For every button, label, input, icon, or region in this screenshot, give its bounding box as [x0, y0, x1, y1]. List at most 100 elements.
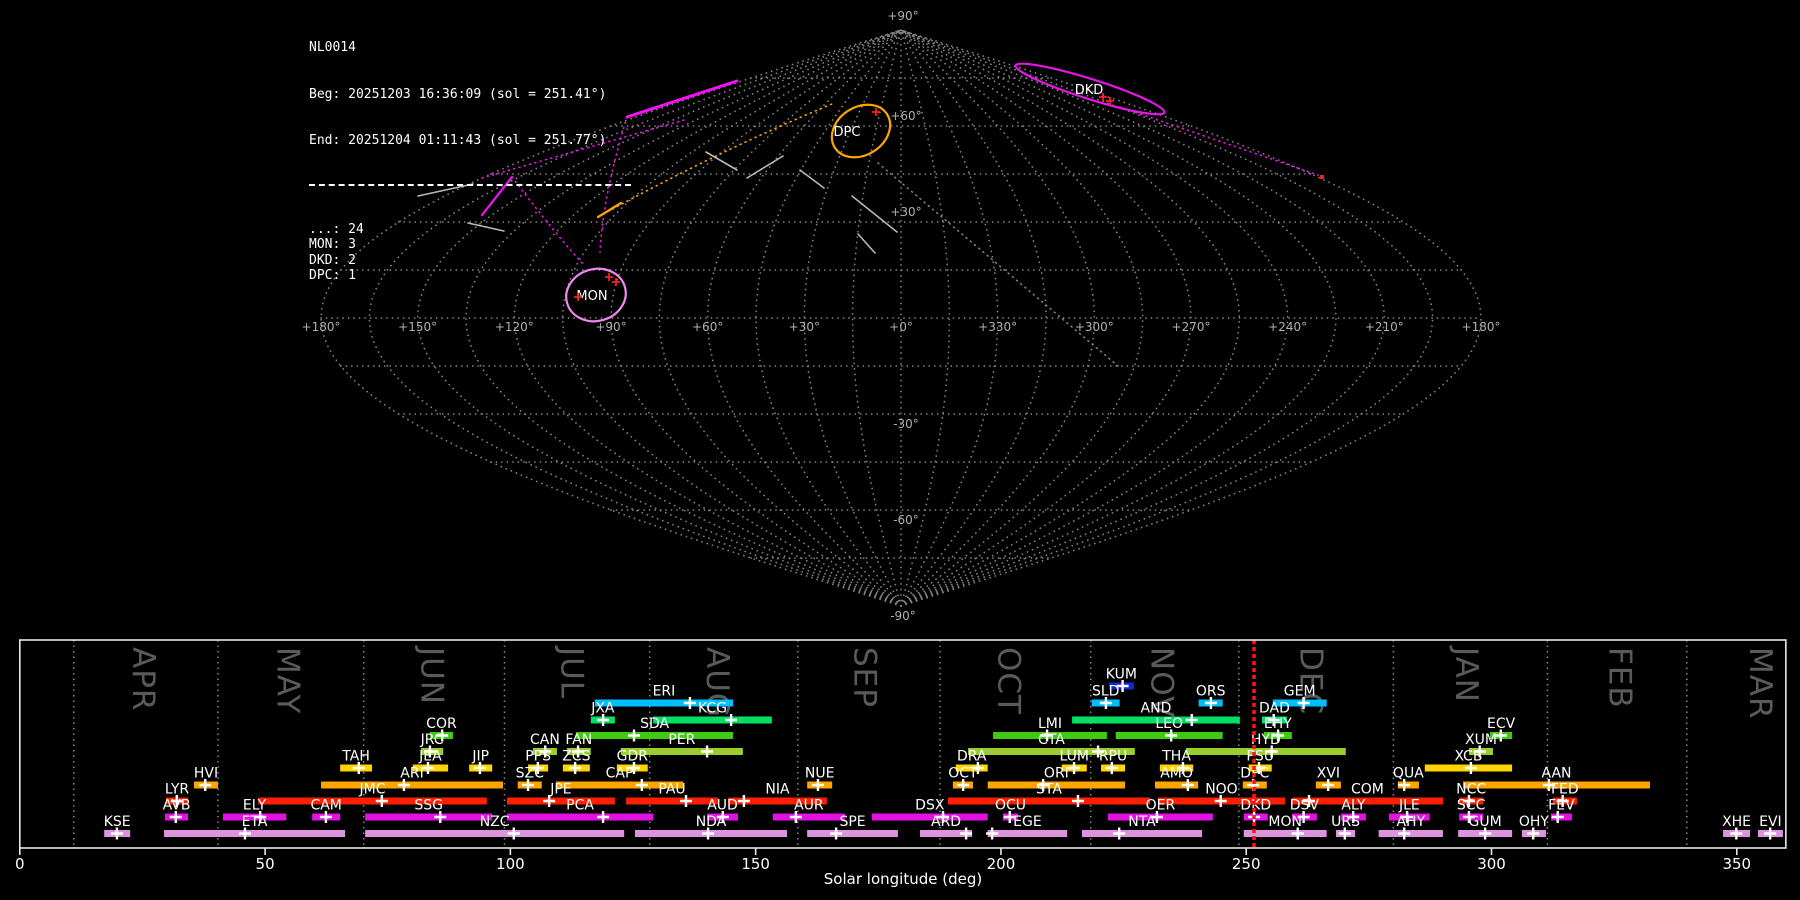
shower-bar-jpe — [506, 797, 615, 805]
shower-bar-nta — [1081, 830, 1203, 837]
x-tick-label: 50 — [256, 855, 275, 873]
shower-label-nue: NUE — [805, 766, 835, 782]
peak-marker-cap — [635, 779, 648, 791]
begin-time: Beg: 20251203 16:36:09 (sol = 251.41°) — [309, 86, 607, 102]
latitude-label: -60° — [893, 513, 919, 527]
shower-label-ege: EGE — [1013, 814, 1042, 830]
shower-label-and: AND — [1141, 701, 1172, 717]
shower-label-eri: ERI — [653, 684, 676, 700]
shower-bar-pca — [506, 813, 654, 821]
month-label: SEP — [847, 647, 883, 708]
meteor-trail — [799, 169, 825, 189]
peak-marker-per — [701, 745, 714, 758]
shower-label-zcs: ZCS — [562, 749, 590, 765]
shower-label-fev: FEV — [1548, 798, 1575, 814]
x-tick-label: 250 — [1232, 855, 1261, 873]
x-tick-label: 150 — [741, 855, 770, 873]
shower-label-psu: PSU — [1246, 749, 1274, 765]
longitude-label: +30° — [789, 320, 820, 334]
shower-bar-eta — [164, 830, 346, 837]
row-violet: KSE ETA NZC NDA SPE ARD EGE NTA MON URS AHY GUM OHY X… — [104, 814, 1783, 840]
peak-marker-sta — [1071, 795, 1084, 807]
x-tick-label: 350 — [1722, 855, 1751, 873]
shower-label-per: PER — [668, 732, 695, 748]
shower-label-ncc: NCC — [1456, 782, 1486, 798]
shower-bar-dsx — [871, 813, 988, 821]
trail-dotted-path — [597, 103, 833, 218]
month-label: JUN — [413, 645, 449, 705]
shower-label-aan: AAN — [1541, 766, 1571, 782]
shower-label-lmi: LMI — [1038, 716, 1062, 732]
longitude-label: +240° — [1268, 320, 1307, 334]
shower-label-spe: SPE — [839, 814, 865, 830]
longitude-label: +90° — [595, 320, 626, 334]
peak-marker-eri — [683, 697, 696, 709]
shower-bar-aur — [772, 813, 845, 821]
sky-and-timeline-plot: +180° +150° +120° +90° +60° +30° +0° +330° +300°… — [15, 9, 1787, 888]
meteor-counts: ...: 24 MON: 3 DKD: 2 DPC: 1 — [309, 222, 631, 284]
meteor-trail — [746, 155, 784, 179]
shower-bar-jmc — [258, 797, 487, 805]
shower-bar-kcg — [653, 716, 772, 724]
shower-label-nzc: NZC — [480, 814, 510, 830]
shower-label-nda: NDA — [696, 814, 727, 830]
shower-bar-sta — [947, 797, 1151, 805]
longitude-label: +60° — [692, 320, 723, 334]
month-label: JAN — [1448, 645, 1484, 703]
peak-marker-ard — [960, 827, 973, 840]
shower-label-ori: ORI — [1044, 766, 1069, 782]
meteor-trail — [705, 151, 738, 171]
latitude-label: -30° — [893, 417, 919, 431]
shower-label-fed: FED — [1551, 782, 1579, 798]
month-label: JUL — [554, 645, 590, 699]
peak-marker-nzc — [507, 827, 520, 840]
month-label: APR — [125, 647, 161, 711]
peak-marker-nia — [737, 795, 750, 807]
count-row: DPC: 1 — [309, 268, 356, 283]
x-tick-label: 300 — [1477, 855, 1506, 873]
shower-label-jea: JEA — [418, 749, 442, 765]
shower-bar-ari — [321, 781, 504, 789]
shower-label-cap: CAP — [606, 766, 634, 782]
radiant-label-dpc: DPC — [834, 125, 861, 140]
shower-bar-nzc — [365, 830, 625, 837]
shower-bar-pau — [626, 797, 718, 805]
shower-label-dsx: DSX — [915, 798, 945, 814]
longitude-label: +330° — [978, 320, 1017, 334]
longitude-label: +210° — [1365, 320, 1404, 334]
count-row: ...: 24 — [309, 221, 364, 237]
row-red: LYR JMC JPE PAU NIA STA NOO COM NCC FED — [165, 782, 1579, 807]
shower-label-kum: KUM — [1106, 667, 1137, 683]
header-separator — [309, 183, 631, 186]
shower-label-sda: SDA — [640, 716, 669, 732]
count-row: MON: 3 — [309, 237, 356, 252]
shower-label-gdr: GDR — [617, 749, 649, 765]
meteor-trail — [625, 79, 739, 119]
shower-label-com: COM — [1351, 782, 1384, 798]
longitude-label: +180° — [1462, 320, 1501, 334]
shower-label-sta: STA — [1036, 782, 1062, 798]
radiant-ellipses: DPCMONDKD — [565, 62, 1166, 323]
shower-label-nta: NTA — [1128, 814, 1156, 830]
graticule-meridian — [803, 29, 902, 607]
shower-bar-ege — [987, 830, 1068, 837]
shower-label-xcb: XCB — [1454, 749, 1482, 765]
red-plus-marker — [872, 108, 880, 116]
shower-label-pca: PCA — [566, 798, 594, 814]
shower-label-jrc: JRC — [420, 732, 444, 748]
x-tick-label: 200 — [987, 855, 1016, 873]
shower-label-qua: QUA — [1393, 766, 1424, 782]
shower-bar-ahy — [1378, 830, 1443, 837]
observation-header: NL0014 Beg: 20251203 16:36:09 (sol = 251… — [309, 9, 631, 315]
shower-label-dra: DRA — [957, 749, 987, 765]
shower-label-aur: AUR — [794, 798, 824, 814]
shower-bar-sda — [576, 732, 734, 739]
latitude-label: +60° — [890, 109, 921, 123]
peak-marker-and — [1185, 714, 1198, 726]
longitude-label: +180° — [302, 320, 341, 334]
activity-timeline: APR MAY JUN JUL AUG SEP OCT NOV DEC JAN FEB MARKUME… — [15, 639, 1787, 888]
longitude-label: +0° — [889, 320, 913, 334]
x-axis-title: Solar longitude (deg) — [824, 870, 982, 888]
end-time: End: 20251204 01:11:43 (sol = 251.77°) — [309, 133, 607, 148]
shower-label-xum: XUM — [1465, 732, 1497, 748]
